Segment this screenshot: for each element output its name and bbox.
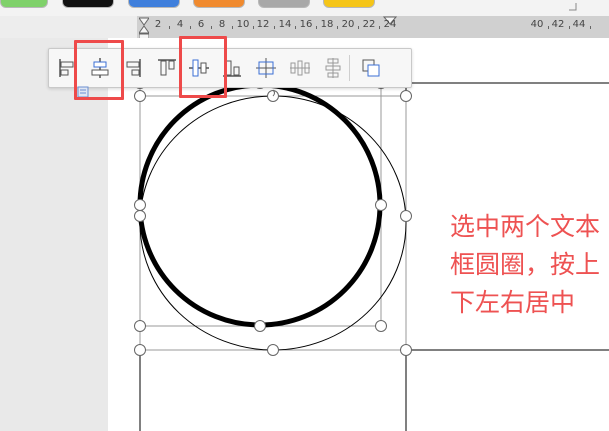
ruler-tick-mark [358,26,359,29]
ruler-tick-label: 4 [176,19,184,30]
annotation-text: 选中两个文本框圆圈，按上下左右居中 [450,212,601,317]
resize-handle [134,199,146,211]
resize-handle [375,199,387,211]
ruler-tick-mark [274,26,275,29]
resize-handle [134,344,146,356]
ruler-tick-mark [169,26,170,29]
resize-handle [400,344,412,356]
distribute-vertical-icon [325,58,341,78]
toolbar-button-combine-shapes[interactable] [357,54,385,82]
ruler-tick-mark [211,26,212,29]
ruler-tick-mark [337,26,338,29]
ruler-tick-label: 42 [551,19,565,30]
ruler-tick-label: 22 [362,19,376,30]
ruler-tick-label: 8 [218,19,226,30]
ruler-tick-label: 12 [256,19,270,30]
resize-handle [267,344,279,356]
ruler-tick-mark [295,26,296,29]
ruler-tick-mark [253,26,254,29]
resize-handle [254,320,266,332]
thin-circle-shape[interactable] [139,95,407,351]
highlight-box [74,40,124,100]
ruler-tick-mark [590,26,591,29]
resize-handle [134,90,146,102]
resize-handle [375,320,387,332]
style-swatch-blue[interactable] [128,0,180,8]
align-page-center-icon [256,58,276,78]
toolbar-button-align-page-center[interactable] [252,54,280,82]
toolbar-separator [349,55,350,81]
ruler-tick-label: 2 [154,19,162,30]
thick-circle-shape[interactable] [137,82,383,328]
toolbar-button-distribute-vertical[interactable] [319,54,347,82]
ruler-tick-label: 40 [530,19,544,30]
style-swatch-gray[interactable] [258,0,310,8]
ruler-tick-label: 16 [299,19,313,30]
align-top-icon [158,59,176,76]
selection-box-thin-circle [139,95,407,351]
ruler-tick-label: 44 [572,19,586,30]
ruler-tick-mark [569,26,570,29]
ruler-tick-label: 18 [320,19,334,30]
ruler-tick-label: 24 [383,19,397,30]
resize-handle [134,210,146,222]
corner-resize-icon [569,3,577,11]
ruler-tick-mark [548,26,549,29]
combine-shapes-icon [362,59,380,77]
toolbar-button-align-top[interactable] [153,54,181,82]
ruler-tick-label: 20 [341,19,355,30]
distribute-horizontal-icon [290,60,310,76]
ruler-tick-label: 14 [278,19,292,30]
style-swatch-green[interactable] [0,0,48,8]
style-swatch-black[interactable] [62,0,114,8]
ruler-tick-label: 10 [236,19,250,30]
style-swatch-orange[interactable] [193,0,245,8]
ruler-tick-label: 6 [197,19,205,30]
resize-handle [400,210,412,222]
style-swatch-yellow[interactable] [323,0,375,8]
ruler-tick-mark [232,26,233,29]
ruler-tick-mark [190,26,191,29]
ruler-tick-mark [316,26,317,29]
highlight-box [179,36,227,98]
resize-handle [134,320,146,332]
style-swatch-strip [0,0,609,16]
toolbar-button-distribute-horizontal[interactable] [286,54,314,82]
resize-handle [400,90,412,102]
ruler-tick-mark [379,26,380,29]
